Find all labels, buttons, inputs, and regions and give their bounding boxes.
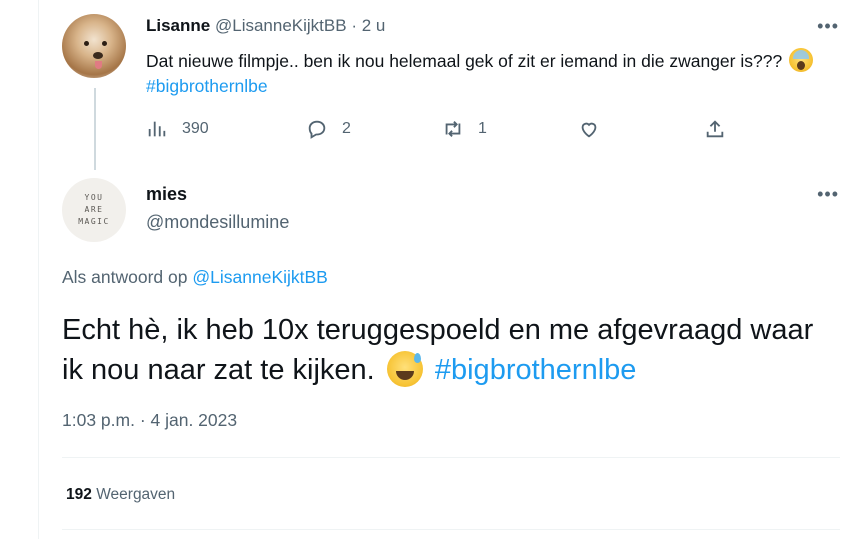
parent-tweet-text: Dat nieuwe filmpje.. ben ik nou helemaal… xyxy=(146,48,846,99)
heart-icon xyxy=(581,122,597,138)
retweet-count: 1 xyxy=(478,120,487,137)
reply-count: 2 xyxy=(342,120,351,137)
avatar-dog-nose xyxy=(93,52,103,59)
avatar-text-line: MAGIC xyxy=(78,217,110,226)
lisanne-avatar[interactable] xyxy=(62,14,126,78)
header-separator: · xyxy=(351,16,362,35)
views-summary-count: 192 xyxy=(66,486,92,503)
reply-tweet-text: Echt hè, ik heb 10x teruggespoeld en me … xyxy=(62,310,822,390)
replying-to-handle-link[interactable]: @LisanneKijktBB xyxy=(192,267,327,287)
avatar-dog-eye xyxy=(84,41,89,46)
thread-connector-line xyxy=(94,88,96,170)
views-summary[interactable]: 192 Weergaven xyxy=(66,486,175,504)
parent-hashtag-link[interactable]: #bigbrothernlbe xyxy=(146,76,268,96)
views-summary-label: Weergaven xyxy=(96,486,176,503)
tweet-thread: Lisanne @LisanneKijktBB · 2 u ••• Dat ni… xyxy=(0,0,857,539)
share-button[interactable] xyxy=(704,118,726,140)
reply-author-name[interactable]: mies xyxy=(146,184,187,205)
avatar-dog-tongue xyxy=(95,61,102,69)
column-border xyxy=(38,0,39,539)
like-button[interactable] xyxy=(578,118,600,140)
reply-author-handle[interactable]: @mondesillumine xyxy=(146,212,289,233)
parent-author-name[interactable]: Lisanne xyxy=(146,16,210,35)
avatar-text-line: ARE xyxy=(84,205,104,214)
views-button[interactable]: 390 xyxy=(146,118,209,140)
parent-tweet-header: Lisanne @LisanneKijktBB · 2 u xyxy=(146,16,385,36)
parent-tweet-body: Dat nieuwe filmpje.. ben ik nou helemaal… xyxy=(146,51,783,71)
replying-to-line: Als antwoord op @LisanneKijktBB xyxy=(62,267,328,288)
scream-emoji-icon xyxy=(789,48,814,72)
reply-more-options-icon[interactable]: ••• xyxy=(817,184,839,205)
parent-more-options-icon[interactable]: ••• xyxy=(817,16,839,37)
replying-to-label: Als antwoord op xyxy=(62,267,188,287)
reply-timestamp[interactable]: 1:03 p.m. · 4 jan. 2023 xyxy=(62,410,237,431)
avatar-text-line: YOU xyxy=(84,193,104,202)
divider xyxy=(62,457,840,458)
parent-tweet-actions: 390 2 1 xyxy=(146,118,746,144)
share-upload-icon xyxy=(706,120,724,138)
reply-button[interactable]: 2 xyxy=(306,118,351,140)
mies-avatar[interactable]: YOU ARE MAGIC xyxy=(62,178,126,242)
avatar-dog-eye xyxy=(102,41,107,46)
retweet-button[interactable]: 1 xyxy=(442,118,487,140)
views-chart-icon xyxy=(148,121,166,137)
parent-tweet-time[interactable]: 2 u xyxy=(362,16,386,35)
reply-hashtag-link[interactable]: #bigbrothernlbe xyxy=(435,354,637,386)
sweat-smile-emoji-icon xyxy=(386,351,423,387)
reply-bubble-icon xyxy=(308,120,326,139)
divider xyxy=(62,529,840,530)
retweet-icon xyxy=(445,121,461,137)
views-count: 390 xyxy=(182,120,209,137)
parent-author-handle[interactable]: @LisanneKijktBB xyxy=(215,16,347,35)
